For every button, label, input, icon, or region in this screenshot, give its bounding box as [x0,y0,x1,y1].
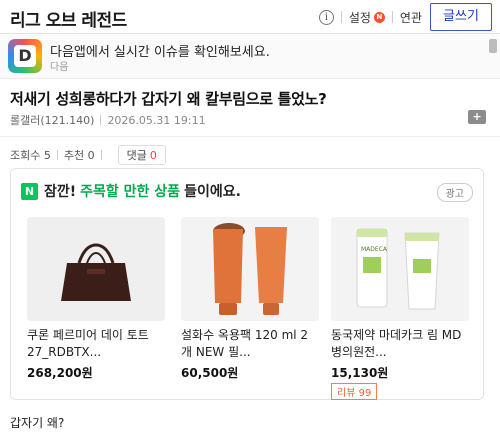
top-header: 리그 오브 레전드 i 설정 N 연관 글쓰기 [0,0,500,34]
recommend-count: 추천 0 [63,149,95,162]
add-folder-icon[interactable]: + [468,110,486,124]
comment-label: 댓글 [126,149,147,162]
post-meta: 롤갤러(121.140) 2026.05.31 19:11 [10,112,206,128]
gallery-title[interactable]: 리그 오브 레전드 [10,6,127,31]
settings-link[interactable]: 설정 N [349,9,385,26]
banner-text: 다음앱에서 실시간 이슈를 확인해보세요. [50,45,270,60]
product-name: 동국제약 마데카크 림 MD 병의원전... [331,328,462,359]
view-count: 조회수 5 [10,149,51,162]
review-badge: 리뷰 99 [331,383,378,400]
product-price: 268,200원 [27,366,93,380]
header-actions: i 설정 N 연관 글쓰기 [318,3,492,31]
product-name: 설화수 옥용팩 120 ml 2개 NEW 필... [181,328,309,359]
product-image: MADECA [331,217,469,321]
divider [100,115,102,125]
post-body-text: 갑자기 왜? [10,416,65,430]
product-price: 60,500원 [181,366,239,380]
product-price: 15,130원 [331,366,389,380]
divider [56,150,58,160]
post-author[interactable]: 롤갤러(121.140) [10,112,94,128]
info-icon[interactable]: i [318,9,334,25]
banner-source: 다음 [50,62,69,73]
divider [391,11,393,23]
daum-logo-letter: D [14,45,36,67]
new-badge: N [373,11,385,23]
product-card[interactable]: MADECA 동국제약 마데카크 림 MD 병의원전... 15,130원 리뷰… [331,217,469,400]
ad-heading-suffix: 들이에요. [184,184,241,200]
settings-label: 설정 [348,10,371,25]
ad-heading-prefix: 잠깐! [44,184,77,200]
post-date: 2026.05.31 19:11 [107,113,206,127]
cosmetic-tube-icon [181,217,319,321]
naver-n-icon: N [21,182,38,200]
divider [100,150,102,160]
divider [340,11,342,23]
section-divider [0,136,500,137]
cream-tube-icon: MADECA [331,217,469,321]
daum-logo-icon: D [8,39,42,73]
handbag-icon [27,217,165,321]
product-image [27,217,165,321]
app-banner[interactable]: D 다음앱에서 실시간 이슈를 확인해보세요. 다음 [0,35,500,79]
ad-heading: N 잠깐! 주목할 만한 상품 들이에요. [21,181,241,201]
scroll-indicator [489,39,497,53]
product-image [181,217,319,321]
post-title: 저새기 성희롱하다가 갑자기 왜 칼부림으로 틀었노? [10,90,327,108]
product-card[interactable]: 쿠론 페르미어 데이 토트 27_RDBTX... 268,200원 [27,217,165,381]
ad-label[interactable]: 광고 [436,183,473,202]
post-stats: 조회수 5 추천 0 댓글 0 [10,145,166,165]
product-card[interactable]: 설화수 옥용팩 120 ml 2개 NEW 필... 60,500원 [181,217,319,381]
product-name: 쿠론 페르미어 데이 토트 27_RDBTX... [27,328,149,359]
write-button[interactable]: 글쓰기 [430,3,492,31]
related-link[interactable]: 연관 [400,9,422,26]
ad-card: N 잠깐! 주목할 만한 상품 들이에요. 광고 쿠론 페르미어 데이 토트 2… [10,168,484,400]
ad-heading-highlight: 주목할 만한 상품 [80,184,181,200]
comment-count: 0 [149,149,157,162]
comment-button[interactable]: 댓글 0 [117,145,166,165]
product-brand-text: MADECA [361,246,388,253]
